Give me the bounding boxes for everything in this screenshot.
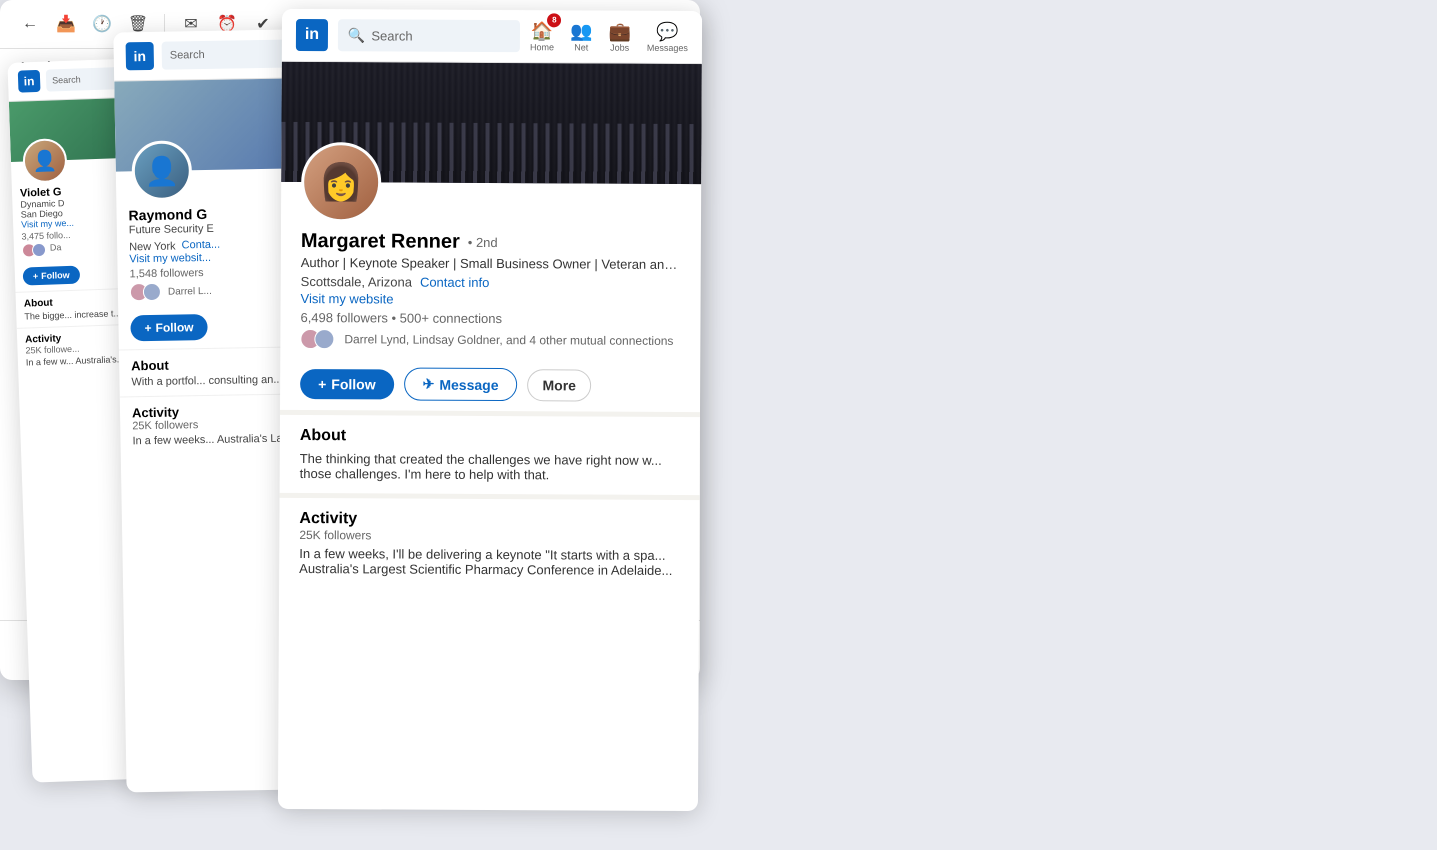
mini-av-3b <box>314 329 334 349</box>
follow-button-1[interactable]: + Follow <box>23 266 80 286</box>
profile-location-3: Scottsdale, Arizona <box>301 274 412 290</box>
activity-followers-3: 25K followers <box>299 528 679 544</box>
nav-home-3[interactable]: 🏠 8 Home <box>530 21 554 52</box>
search-bar-3[interactable]: 🔍 Search <box>338 19 520 52</box>
degree-badge-3: • 2nd <box>468 235 498 250</box>
avatar-wrap-3: 👩 <box>281 142 701 224</box>
nav-jobs-label: Jobs <box>610 42 629 52</box>
follow-plus-1: + <box>33 271 39 281</box>
about-text-3: The thinking that created the challenges… <box>300 451 680 483</box>
contact-info-3[interactable]: Contact info <box>420 275 489 290</box>
linkedin-logo-3: in <box>296 19 328 51</box>
followers-row-3: 6,498 followers • 500+ connections <box>300 310 680 327</box>
snooze-icon[interactable]: 🕐 <box>88 10 116 38</box>
nav-icons-3: 🏠 8 Home 👥 Net 💼 Jobs 💬 Messages <box>530 21 688 53</box>
mutual-text-3: Darrel Lynd, Lindsay Goldner, and 4 othe… <box>344 332 673 348</box>
action-row-3: + Follow ✈ Message More <box>300 367 680 402</box>
nav-network-3[interactable]: 👥 Net <box>570 21 593 52</box>
nav-home-label: Home <box>530 42 554 52</box>
nav-jobs-3[interactable]: 💼 Jobs <box>608 21 631 52</box>
search-placeholder-3: Search <box>371 28 412 43</box>
follow-label-1: Follow <box>41 270 70 281</box>
more-button-3[interactable]: More <box>527 369 591 401</box>
profile-name-3: Margaret Renner <box>301 230 460 254</box>
mutual-text-1: Da <box>50 242 62 256</box>
follow-icon-3: + <box>318 376 326 392</box>
nav-messages-3[interactable]: 💬 Messages <box>647 21 688 52</box>
back-button[interactable]: ← <box>16 10 44 38</box>
nav-home-badge: 8 <box>547 13 561 27</box>
contact-link-2[interactable]: Conta... <box>181 239 220 252</box>
nav-network-label: Net <box>574 42 588 52</box>
profile-title-3: Author | Keynote Speaker | Small Busines… <box>301 255 681 272</box>
message-icon-3: ✈ <box>423 376 435 393</box>
activity-text-3: In a few weeks, I'll be delivering a key… <box>299 546 679 578</box>
follow-button-2[interactable]: + Follow <box>130 314 207 341</box>
profile-location-2: New York <box>129 241 176 254</box>
message-label-3: Message <box>439 376 498 392</box>
search-placeholder-1: Search <box>52 74 81 85</box>
search-placeholder-2: Search <box>170 49 205 62</box>
activity-section-3: Activity 25K followers In a few weeks, I… <box>279 493 699 590</box>
mini-avatar-2b <box>143 283 161 301</box>
profile-location-row-3: Scottsdale, Arizona Contact info <box>301 274 681 291</box>
profile-website-3[interactable]: Visit my website <box>301 291 681 308</box>
avatar-3: 👩 <box>301 142 381 222</box>
activity-title-3: Activity <box>299 510 679 530</box>
linkedin-card-3: in 🔍 Search 🏠 8 Home 👥 Net 💼 Jobs 💬 <box>278 9 702 811</box>
about-title-3: About <box>300 427 680 447</box>
profile-info-3: Margaret Renner • 2nd Author | Keynote S… <box>280 222 701 359</box>
more-label-3: More <box>542 377 576 393</box>
avatar-2: 👤 <box>131 140 192 201</box>
mutual-text-2: Darrel L... <box>168 285 212 297</box>
mutual-row-3: Darrel Lynd, Lindsay Goldner, and 4 othe… <box>300 329 680 351</box>
nav-messages-label: Messages <box>647 42 688 52</box>
mini-avatars-3 <box>300 329 328 349</box>
linkedin-logo-1: in <box>18 70 41 93</box>
navbar-3: in 🔍 Search 🏠 8 Home 👥 Net 💼 Jobs 💬 <box>282 9 702 64</box>
profile-name-row-3: Margaret Renner • 2nd <box>301 230 681 255</box>
follow-button-3[interactable]: + Follow <box>300 369 394 399</box>
mini-avatar-1b <box>32 243 46 257</box>
about-section-3: About The thinking that created the chal… <box>280 410 700 495</box>
archive-icon[interactable]: 📥 <box>52 10 80 38</box>
follow-label-3: Follow <box>331 376 375 392</box>
follow-label-2: Follow <box>155 320 193 335</box>
message-button-3[interactable]: ✈ Message <box>404 368 518 402</box>
follow-plus-2: + <box>144 321 151 335</box>
linkedin-logo-2: in <box>126 42 154 70</box>
search-icon-3: 🔍 <box>348 27 366 44</box>
avatar-1: 👤 <box>22 138 68 184</box>
